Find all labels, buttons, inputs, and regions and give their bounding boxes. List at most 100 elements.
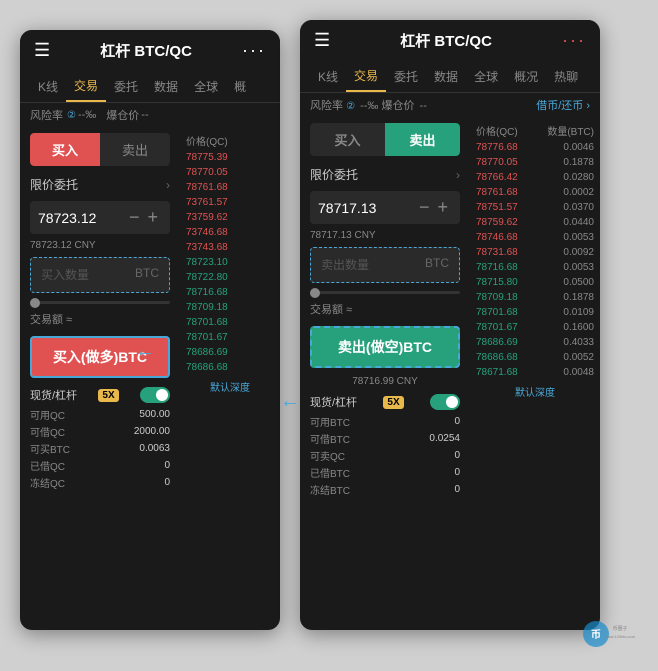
- info-val-4: 0: [164, 477, 170, 488]
- right-title: 杠杆 BTC/QC: [400, 30, 492, 51]
- right-nav-chat[interactable]: 热聊: [546, 62, 586, 91]
- right-main-content: 买入 卖出 限价委托 › 78717.13 − + 78717.13 CNY 卖…: [300, 117, 600, 619]
- right-price-value[interactable]: 78717.13: [318, 200, 415, 216]
- ob-bid-0: 78723.10: [180, 255, 280, 270]
- right-info-row-4: 冻结BTC 0: [300, 481, 470, 498]
- ob-bid-price-0: 78723.10: [186, 257, 228, 268]
- order-type-row[interactable]: 限价委托 ›: [20, 172, 180, 197]
- nav-entrust[interactable]: 委托: [106, 72, 146, 101]
- right-trade-fee-label: 交易额 ≈: [310, 301, 352, 317]
- buy-tab[interactable]: 买入: [30, 133, 100, 166]
- ob-bid-price-6: 78686.69: [186, 347, 228, 358]
- ob-bid-7: 78686.68: [180, 360, 280, 375]
- sell-tab[interactable]: 卖出: [100, 133, 170, 166]
- sell-button[interactable]: 卖出(做空)BTC: [310, 326, 460, 368]
- slider-bar[interactable]: [30, 301, 170, 304]
- right-info-label-3: 已借BTC: [310, 465, 350, 480]
- nav-data[interactable]: 数据: [146, 72, 186, 101]
- right-menu-icon[interactable]: ☰: [314, 30, 330, 51]
- right-leverage-row: 现货/杠杆 5X: [300, 391, 470, 413]
- right-nav-data[interactable]: 数据: [426, 62, 466, 91]
- ob-ask-price-1: 78770.05: [186, 167, 228, 178]
- left-arrow-indicator: ←: [135, 340, 155, 363]
- qty-input-box[interactable]: 买入数量 BTC: [30, 257, 170, 293]
- nav-kline[interactable]: K线: [30, 72, 66, 101]
- right-qty-placeholder: 卖出数量: [321, 258, 369, 272]
- trade-fee-label: 交易额 ≈: [30, 311, 72, 327]
- right-leverage-toggle[interactable]: [430, 394, 460, 410]
- right-ob-bid-5: 78686.690.4033: [470, 335, 600, 350]
- right-info-row-2: 可卖QC 0: [300, 447, 470, 464]
- right-ob-footer[interactable]: 默认深度: [470, 380, 600, 403]
- price-minus[interactable]: −: [125, 207, 144, 228]
- right-price-minus[interactable]: −: [415, 197, 434, 218]
- left-main-content: 买入 卖出 限价委托 › 78723.12 − + 78723.12 CNY 买…: [20, 127, 280, 627]
- nav-overview[interactable]: 概: [226, 72, 254, 101]
- right-position-label: 爆仓价: [381, 100, 414, 112]
- right-more-icon[interactable]: ···: [562, 30, 586, 51]
- more-icon[interactable]: ···: [242, 40, 266, 61]
- right-slider-row[interactable]: [300, 287, 470, 298]
- right-slider-bar[interactable]: [310, 291, 460, 294]
- info-val-2: 0.0063: [139, 443, 170, 454]
- right-coin-link[interactable]: 借币/还币 ›: [536, 97, 590, 113]
- right-ob-header: 价格(QC) 数量(BTC): [470, 117, 600, 140]
- right-sell-tab[interactable]: 卖出: [385, 123, 460, 156]
- right-nav-overview[interactable]: 概况: [506, 62, 546, 91]
- risk-pct: --‰: [78, 109, 96, 121]
- right-ob-bid-6: 78686.680.0052: [470, 350, 600, 365]
- nav-trade[interactable]: 交易: [66, 71, 106, 102]
- right-price-plus[interactable]: +: [433, 197, 452, 218]
- nav-global[interactable]: 全球: [186, 72, 226, 101]
- right-ob-ask-7: 78731.680.0092: [470, 245, 600, 260]
- right-order-type-arrow: ›: [456, 168, 460, 182]
- right-form: 买入 卖出 限价委托 › 78717.13 − + 78717.13 CNY 卖…: [300, 117, 470, 619]
- risk-label: 风险率: [30, 107, 63, 123]
- left-orderbook: 价格(QC) 78775.39 78770.05 78761.68 73761.…: [180, 127, 280, 627]
- price-hint: 78723.12 CNY: [20, 238, 180, 253]
- right-ob-bid-7: 78671.680.0048: [470, 365, 600, 380]
- watermark: 币 币圈子 www.120btc.com: [582, 620, 642, 653]
- ob-ask-0: 78775.39: [180, 150, 280, 165]
- right-qty-input-box[interactable]: 卖出数量 BTC: [310, 247, 460, 283]
- right-info-label-4: 冻结BTC: [310, 482, 350, 497]
- ob-footer[interactable]: 默认深度: [180, 375, 280, 398]
- left-subbar: 风险率 ② --‰ 爆仓价 --: [20, 103, 280, 127]
- info-label-4: 冻结QC: [30, 475, 65, 490]
- right-subbar: 风险率 ② --‰ 爆仓价 -- 借币/还币 ›: [300, 93, 600, 117]
- leverage-badge[interactable]: 5X: [98, 389, 118, 402]
- right-info-label-2: 可卖QC: [310, 448, 345, 463]
- right-position-val: --: [420, 100, 427, 112]
- right-ob-ask-5: 78759.620.0440: [470, 215, 600, 230]
- right-info-val-1: 0.0254: [429, 433, 460, 444]
- right-ob-ask-4: 78751.570.0370: [470, 200, 600, 215]
- right-ob-bid-2: 78709.180.1878: [470, 290, 600, 305]
- right-info-val-4: 0: [454, 484, 460, 495]
- price-value[interactable]: 78723.12: [38, 210, 125, 226]
- info-label-2: 可买BTC: [30, 441, 70, 456]
- ob-bid-2: 78716.68: [180, 285, 280, 300]
- right-nav-entrust[interactable]: 委托: [386, 62, 426, 91]
- right-panel: ☰ 杠杆 BTC/QC ··· K线 交易 委托 数据 全球 概况 热聊 风险率…: [300, 20, 600, 630]
- right-info-row-0: 可用BTC 0: [300, 413, 470, 430]
- right-qty-unit: BTC: [425, 256, 449, 270]
- position-val: --: [141, 109, 148, 121]
- right-nav-kline[interactable]: K线: [310, 62, 346, 91]
- right-order-type-row[interactable]: 限价委托 ›: [300, 162, 470, 187]
- right-nav-trade[interactable]: 交易: [346, 61, 386, 92]
- price-plus[interactable]: +: [143, 207, 162, 228]
- leverage-toggle[interactable]: [140, 387, 170, 403]
- ob-bid-1: 78722.80: [180, 270, 280, 285]
- ob-bid-price-2: 78716.68: [186, 287, 228, 298]
- ob-bid-price-5: 78701.67: [186, 332, 228, 343]
- slider-row[interactable]: [20, 297, 180, 308]
- trade-fee-row: 交易额 ≈: [20, 308, 180, 330]
- right-buy-tab[interactable]: 买入: [310, 123, 385, 156]
- leverage-row: 现货/杠杆 5X: [20, 384, 180, 406]
- ob-bid-6: 78686.69: [180, 345, 280, 360]
- menu-icon[interactable]: ☰: [34, 40, 50, 61]
- right-leverage-badge[interactable]: 5X: [383, 396, 403, 409]
- right-nav-global[interactable]: 全球: [466, 62, 506, 91]
- info-label-1: 可借QC: [30, 424, 65, 439]
- info-label-0: 可用QC: [30, 407, 65, 422]
